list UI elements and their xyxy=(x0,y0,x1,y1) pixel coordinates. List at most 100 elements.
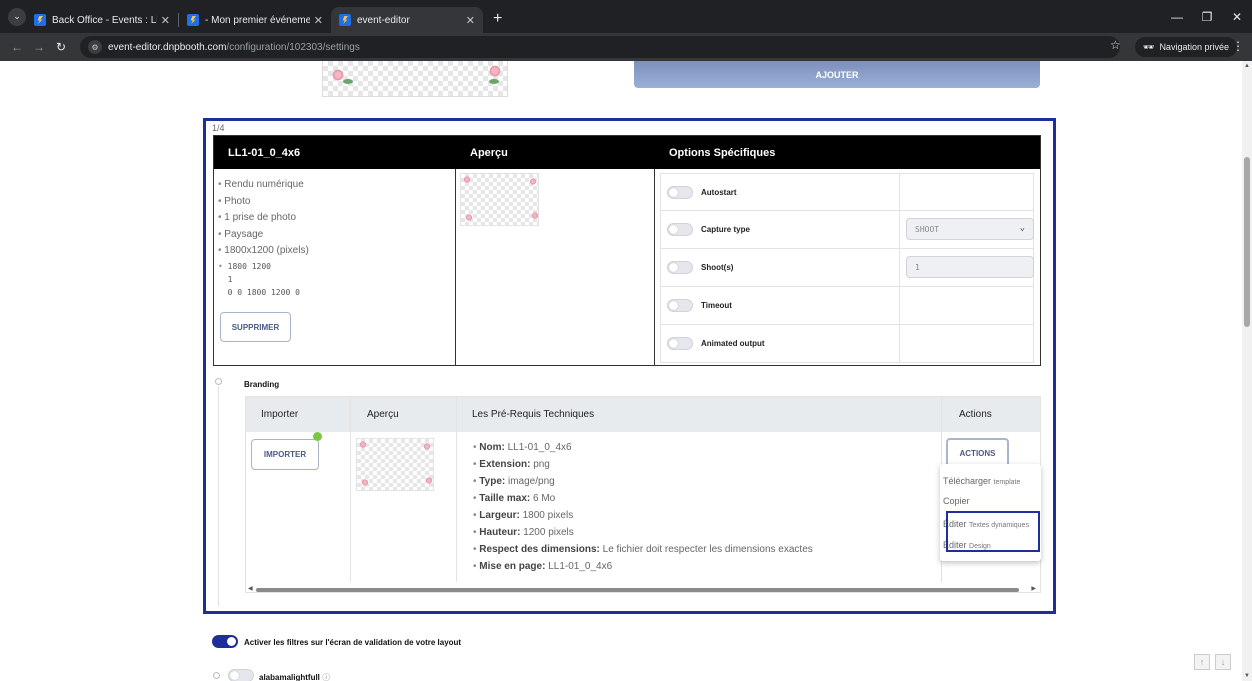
select-value: SHOOT xyxy=(915,225,940,234)
filter-item-toggle[interactable] xyxy=(228,669,254,681)
browser-toolbar: ← → ↻ ⚙ event-editor.dnpbooth.com/config… xyxy=(0,33,1252,61)
leaf-decoration xyxy=(489,79,499,84)
filters-toggle[interactable] xyxy=(212,635,238,648)
scroll-up-icon[interactable]: ▲ xyxy=(1244,63,1250,69)
page-scrollbar[interactable]: ▲ ▼ xyxy=(1242,61,1252,681)
option-row-capture-type: Capture type SHOOT ⌄ xyxy=(660,211,1034,249)
back-icon[interactable]: ← xyxy=(6,40,28,54)
raw-line: 1 xyxy=(227,274,233,284)
option-label: Autostart xyxy=(701,188,737,197)
autostart-toggle[interactable] xyxy=(667,186,693,199)
browser-menu-icon[interactable]: ⋮ xyxy=(1232,39,1244,53)
tab-search-icon[interactable]: ⌄ xyxy=(8,7,26,26)
list-item: Type: image/png xyxy=(473,473,813,490)
upload-status-dot xyxy=(313,432,322,441)
option-row-timeout: Timeout xyxy=(660,287,1034,325)
layout-preview-image xyxy=(322,61,508,97)
divider xyxy=(899,325,900,362)
private-label: Navigation privée xyxy=(1159,42,1229,52)
horizontal-scrollbar[interactable]: ◀ ▶ xyxy=(246,585,1040,593)
minimize-icon[interactable]: — xyxy=(1162,10,1192,24)
option-row-shoots: Shoot(s) 1 xyxy=(660,249,1034,287)
help-icon[interactable]: ⓘ xyxy=(322,673,330,681)
filter-item-label: alabamalightfull ⓘ xyxy=(259,673,331,681)
list-item: Paysage xyxy=(218,227,455,244)
site-info-icon[interactable]: ⚙ xyxy=(88,40,102,54)
close-icon[interactable]: ✕ xyxy=(466,14,475,27)
flower-decoration xyxy=(465,214,473,221)
timeout-toggle[interactable] xyxy=(667,299,693,312)
browser-tabbar: ⌄ Back Office - Events : List ✕ - Mon pr… xyxy=(0,0,1252,33)
list-item: Respect des dimensions: Le fichier doit … xyxy=(473,541,812,558)
flower-decoration xyxy=(529,178,537,185)
animated-output-toggle[interactable] xyxy=(667,337,693,350)
menu-highlight-frame xyxy=(946,511,1040,552)
scroll-up-button[interactable]: ↑ xyxy=(1194,654,1210,670)
requirements-list: Nom: LL1-01_0_4x6 Extension: png Type: i… xyxy=(473,439,813,575)
flower-decoration xyxy=(423,443,431,450)
option-label: Capture type xyxy=(701,225,750,234)
page-content: AJOUTER 1/4 LL1-01_0_4x6 Aperçu Options … xyxy=(0,61,1252,681)
scroll-down-button[interactable]: ↓ xyxy=(1215,654,1231,670)
shoots-input[interactable]: 1 xyxy=(906,256,1034,278)
bookmark-star-icon[interactable]: ☆ xyxy=(1110,38,1121,52)
flower-decoration xyxy=(463,176,471,183)
branding-thumbnail xyxy=(356,438,434,491)
layout-thumbnail xyxy=(460,173,539,226)
url-path: /configuration/102303/settings xyxy=(226,41,360,53)
layout-details: Rendu numérique Photo 1 prise de photo P… xyxy=(214,169,456,365)
address-bar[interactable]: ⚙ event-editor.dnpbooth.com/configuratio… xyxy=(80,36,1120,58)
menu-item-download-template[interactable]: Télécharger template xyxy=(943,476,1020,486)
favicon-icon xyxy=(187,14,199,26)
import-button[interactable]: IMPORTER xyxy=(251,439,319,470)
restore-icon[interactable]: ❐ xyxy=(1192,10,1222,24)
private-mode-badge[interactable]: 🕶 Navigation privée xyxy=(1135,37,1237,57)
raw-line: 0 0 1800 1200 0 xyxy=(227,287,300,297)
menu-item-copy[interactable]: Copier xyxy=(943,496,970,506)
browser-tab-0[interactable]: Back Office - Events : List ✕ xyxy=(26,7,178,33)
close-icon[interactable]: ✕ xyxy=(161,14,170,27)
browser-tab-2[interactable]: event-editor ✕ xyxy=(331,7,483,33)
close-icon[interactable]: ✕ xyxy=(314,14,323,27)
favicon-icon xyxy=(34,14,46,26)
flower-decoration xyxy=(361,479,369,486)
layout-pager: 1/4 xyxy=(212,123,225,133)
url-host: event-editor.dnpbooth.com xyxy=(108,41,227,53)
scroll-thumb[interactable] xyxy=(1244,157,1250,327)
forward-icon[interactable]: → xyxy=(28,40,50,54)
flower-decoration xyxy=(359,441,367,448)
divider xyxy=(899,174,900,211)
raw-config: • 1800 1200 • 1 • 0 0 1800 1200 0 xyxy=(218,261,300,297)
list-item: Photo xyxy=(218,194,455,211)
col-preview: Aperçu xyxy=(470,147,508,159)
branding-step-dot xyxy=(215,378,222,385)
delete-button[interactable]: SUPPRIMER xyxy=(220,312,291,342)
add-button[interactable]: AJOUTER xyxy=(634,61,1040,88)
window-close-icon[interactable]: ✕ xyxy=(1222,10,1252,24)
scroll-thumb[interactable] xyxy=(256,588,1019,592)
scroll-left-icon[interactable]: ◀ xyxy=(248,585,253,592)
filters-label: Activer les filtres sur l'écran de valid… xyxy=(244,638,462,647)
flower-decoration xyxy=(531,212,539,219)
option-row-animated-output: Animated output xyxy=(660,325,1034,363)
list-item: Mise en page: LL1-01_0_4x6 xyxy=(473,558,813,575)
option-label: Animated output xyxy=(701,339,765,348)
capture-type-toggle[interactable] xyxy=(667,223,693,236)
scroll-down-icon[interactable]: ▼ xyxy=(1244,673,1250,679)
capture-type-select[interactable]: SHOOT ⌄ xyxy=(906,218,1034,240)
reload-icon[interactable]: ↻ xyxy=(50,40,72,54)
incognito-icon: 🕶 xyxy=(1143,41,1155,52)
browser-tab-1[interactable]: - Mon premier événement (DN ✕ xyxy=(179,7,331,33)
col-actions: Actions xyxy=(959,409,992,420)
spec-table-header: LL1-01_0_4x6 Aperçu Options Spécifiques xyxy=(214,136,1040,169)
tab-title: - Mon premier événement (DN xyxy=(205,14,310,26)
filter-step-dot xyxy=(213,672,220,679)
shoots-toggle[interactable] xyxy=(667,261,693,274)
col-requirements: Les Pré-Requis Techniques xyxy=(472,409,595,420)
scroll-right-icon[interactable]: ▶ xyxy=(1031,585,1036,592)
branding-label: Branding xyxy=(244,380,280,389)
flower-decoration xyxy=(425,477,433,484)
new-tab-icon[interactable]: + xyxy=(493,10,502,28)
col-preview: Aperçu xyxy=(367,409,399,420)
list-item: 1800x1200 (pixels) xyxy=(218,243,455,260)
